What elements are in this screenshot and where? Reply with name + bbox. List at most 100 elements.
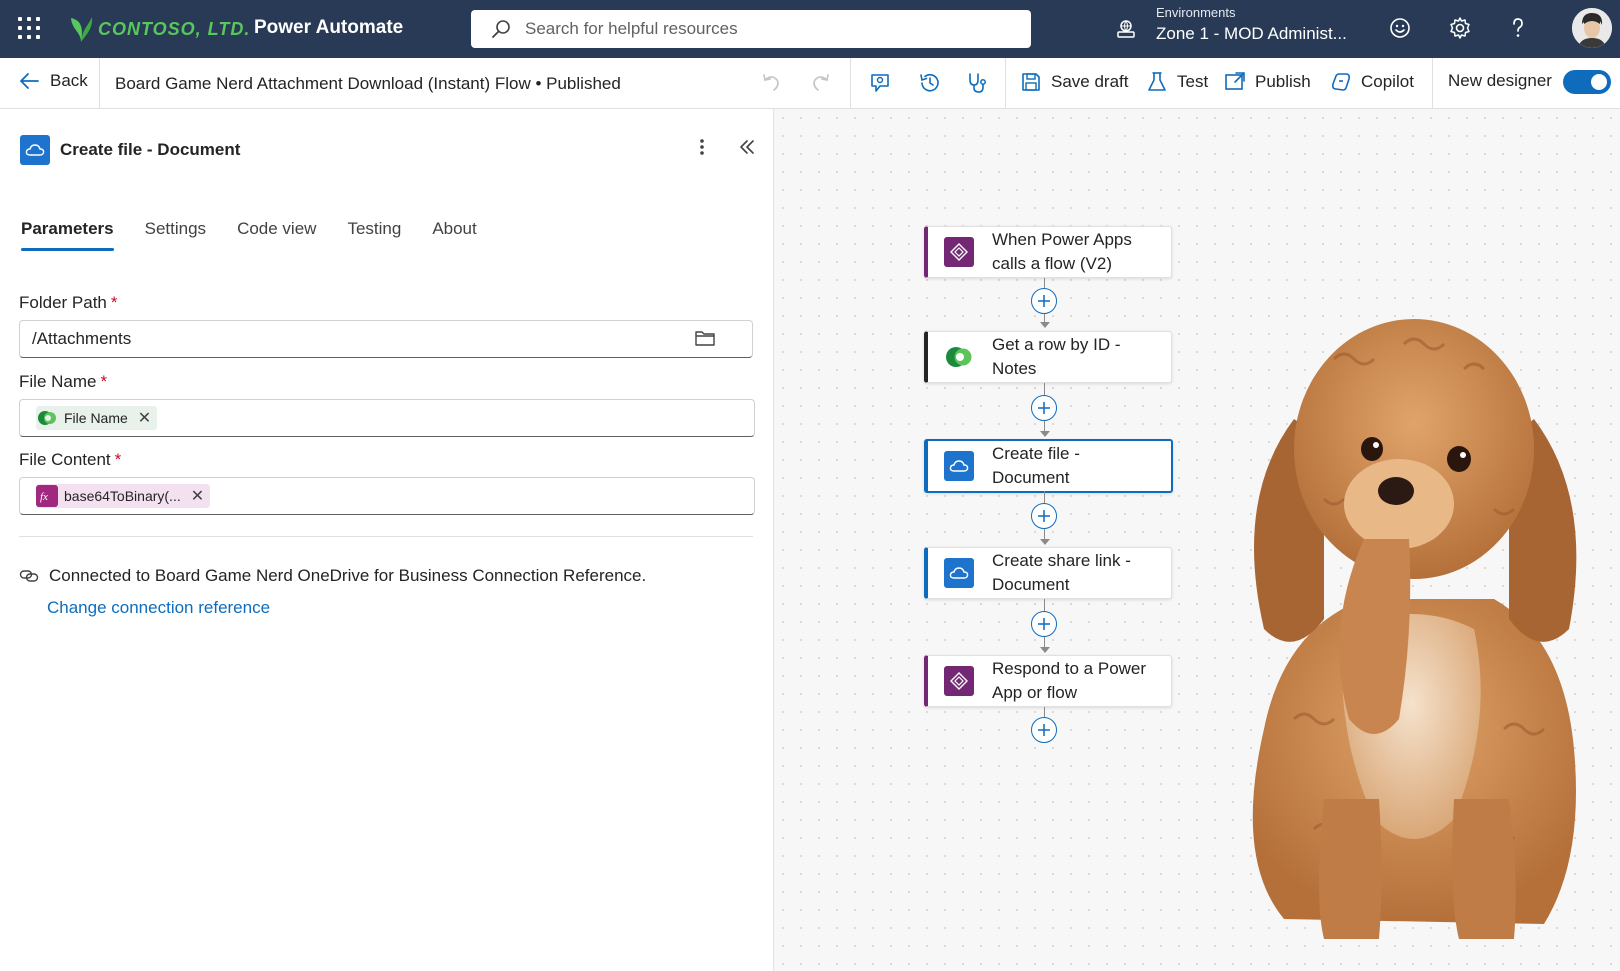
file-content-field[interactable]: fx base64ToBinary(... ✕ [19,477,755,515]
flow-step-label: Create file - Document [992,444,1080,487]
required-marker: * [100,372,108,391]
tab-code-view[interactable]: Code view [237,219,316,251]
remove-token-icon[interactable]: ✕ [191,486,204,506]
new-designer-toggle[interactable] [1563,70,1611,94]
publish-label: Publish [1255,72,1311,91]
section-divider [19,536,753,537]
app-launcher-icon[interactable] [18,17,40,39]
flow-step-respond[interactable]: Respond to a Power App or flow [924,655,1172,707]
folder-path-field[interactable]: /Attachments [19,320,753,358]
help-icon[interactable] [1506,16,1530,40]
flow-step-label: Get a row by ID - Notes [992,335,1121,378]
brand-logo[interactable]: CONTOSO, LTD. [68,14,250,44]
tab-settings[interactable]: Settings [145,219,206,251]
divider [1005,58,1006,108]
onedrive-icon [20,135,50,165]
file-name-label-text: File Name [19,372,97,391]
divider [1432,58,1433,108]
app-title[interactable]: Power Automate [254,17,403,39]
panel-header: Create file - Document [20,135,240,165]
connection-text: Connected to Board Game Nerd OneDrive fo… [49,566,647,585]
command-bar: Back Board Game Nerd Attachment Download… [0,58,1620,109]
new-designer-label: New designer [1448,71,1552,90]
search-box[interactable] [471,10,1031,48]
undo-icon[interactable] [760,71,782,93]
add-step-button[interactable] [1031,288,1057,314]
suite-bar: CONTOSO, LTD. Power Automate Environment… [0,0,1620,58]
leaf-logo-icon [71,17,93,42]
arrow-left-icon [20,73,39,89]
copilot-button[interactable]: Copilot [1330,71,1414,93]
add-step-button[interactable] [1031,611,1057,637]
collapse-panel-icon[interactable] [738,139,756,155]
connector-line [1044,707,1045,717]
panel-title: Create file - Document [60,140,241,159]
gear-icon[interactable] [1448,16,1472,40]
feedback-smiley-icon[interactable] [1388,16,1412,40]
folder-path-label: Folder Path * [19,293,118,313]
connection-link-icon [19,570,39,582]
tab-parameters[interactable]: Parameters [21,219,114,251]
environment-label: Environments [1156,5,1236,20]
onedrive-icon [944,451,974,481]
flow-step-trigger[interactable]: When Power Apps calls a flow (V2) [924,226,1172,278]
flow-step-label: Create share link - Document [992,551,1131,594]
add-step-button[interactable] [1031,503,1057,529]
divider [850,58,851,108]
plus-icon [1038,510,1050,522]
user-avatar[interactable] [1572,8,1612,48]
save-draft-label: Save draft [1051,72,1129,91]
connector-arrow [1040,322,1050,328]
save-draft-button[interactable]: Save draft [1020,71,1129,93]
file-content-token[interactable]: fx base64ToBinary(... ✕ [36,484,211,508]
flow-step-create-share-link[interactable]: Create share link - Document [924,547,1172,599]
dog-illustration [1252,319,1577,939]
tab-testing[interactable]: Testing [347,219,401,251]
tab-about[interactable]: About [432,219,476,251]
redo-icon[interactable] [810,71,832,93]
environment-icon[interactable] [1115,18,1137,40]
environment-selector[interactable]: Zone 1 - MOD Administ... [1156,24,1347,44]
connector-arrow [1040,539,1050,545]
stethoscope-icon[interactable] [965,71,989,95]
save-icon [1022,73,1040,91]
avatar-portrait-icon [1572,8,1612,48]
change-connection-link[interactable]: Change connection reference [47,598,270,618]
panel-tabs: Parameters Settings Code view Testing Ab… [21,219,508,251]
test-label: Test [1177,72,1209,91]
dataverse-icon [36,407,58,429]
flow-step-get-row[interactable]: Get a row by ID - Notes [924,331,1172,383]
expression-fx-icon: fx [36,485,58,507]
file-name-field[interactable]: File Name ✕ [19,399,755,437]
plus-icon [1038,295,1050,307]
required-marker: * [110,293,118,312]
action-details-panel: Create file - Document Parameters Settin… [0,109,774,971]
connector-arrow [1040,647,1050,653]
copilot-label: Copilot [1361,72,1414,91]
onedrive-icon [944,558,974,588]
flow-canvas[interactable]: When Power Apps calls a flow (V2) Get a … [774,109,1620,971]
folder-icon[interactable] [694,328,716,348]
flow-step-create-file[interactable]: Create file - Document [924,439,1173,493]
folder-path-label-text: Folder Path [19,293,107,312]
svg-text:fx: fx [40,491,48,503]
publish-button[interactable]: Publish [1224,71,1311,93]
flow-checker-icon[interactable] [868,71,892,95]
add-step-button[interactable] [1031,717,1057,743]
file-name-token-label: File Name [64,410,128,426]
connector-arrow [1040,431,1050,437]
test-button[interactable]: Test [1146,71,1208,93]
version-history-icon[interactable] [918,71,942,95]
plus-icon [1038,724,1050,736]
file-name-token[interactable]: File Name ✕ [36,406,158,430]
power-apps-icon [944,666,974,696]
required-marker: * [114,450,122,469]
search-input[interactable] [523,18,987,40]
folder-path-value: /Attachments [32,329,132,348]
back-button[interactable]: Back [18,71,88,91]
publish-icon [1225,72,1245,90]
add-step-button[interactable] [1031,395,1057,421]
remove-token-icon[interactable]: ✕ [138,408,151,428]
more-options-icon[interactable] [697,137,707,157]
flow-step-label: When Power Apps calls a flow (V2) [992,230,1132,273]
